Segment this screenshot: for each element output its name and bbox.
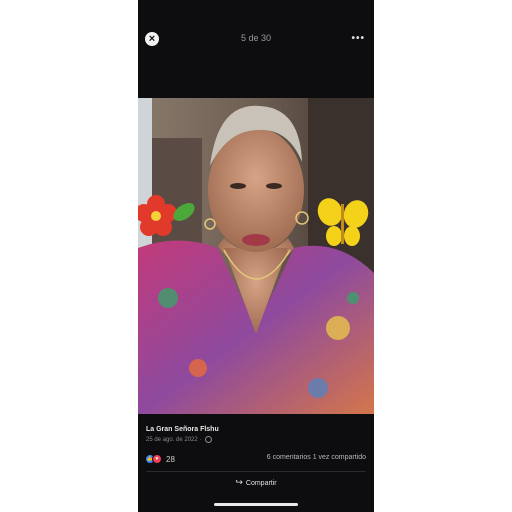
top-bar: × 5 de 30 ••• — [138, 0, 374, 80]
love-icon: ♥ — [152, 454, 162, 464]
post-stats: 6 comentarios 1 vez compartido — [267, 454, 366, 461]
post-date: 25 de ago. de 2022 · — [146, 436, 213, 444]
share-label: Compartir — [245, 480, 277, 487]
share-button[interactable]: ↪ Compartir — [138, 477, 374, 488]
photo-counter: 5 de 30 — [240, 33, 272, 43]
post-date-text: 25 de ago. de 2022 — [146, 437, 198, 444]
home-indicator — [214, 503, 298, 506]
share-icon: ↪ — [235, 477, 243, 487]
photo-image — [138, 98, 374, 414]
globe-icon — [205, 436, 213, 443]
divider — [146, 471, 366, 472]
shares-count[interactable]: 1 vez compartido — [313, 454, 366, 461]
more-options-button[interactable]: ••• — [351, 33, 365, 44]
comments-count[interactable]: 6 comentarios — [267, 454, 311, 461]
reactions[interactable]: 👍 ♥ 28 — [146, 454, 175, 464]
author-name[interactable]: La Gran Señora Flshu — [146, 426, 219, 433]
photo[interactable] — [138, 98, 374, 414]
reaction-count: 28 — [166, 454, 175, 464]
photo-viewer: × 5 de 30 ••• La Gran Señora Flshu 25 de… — [138, 0, 374, 512]
